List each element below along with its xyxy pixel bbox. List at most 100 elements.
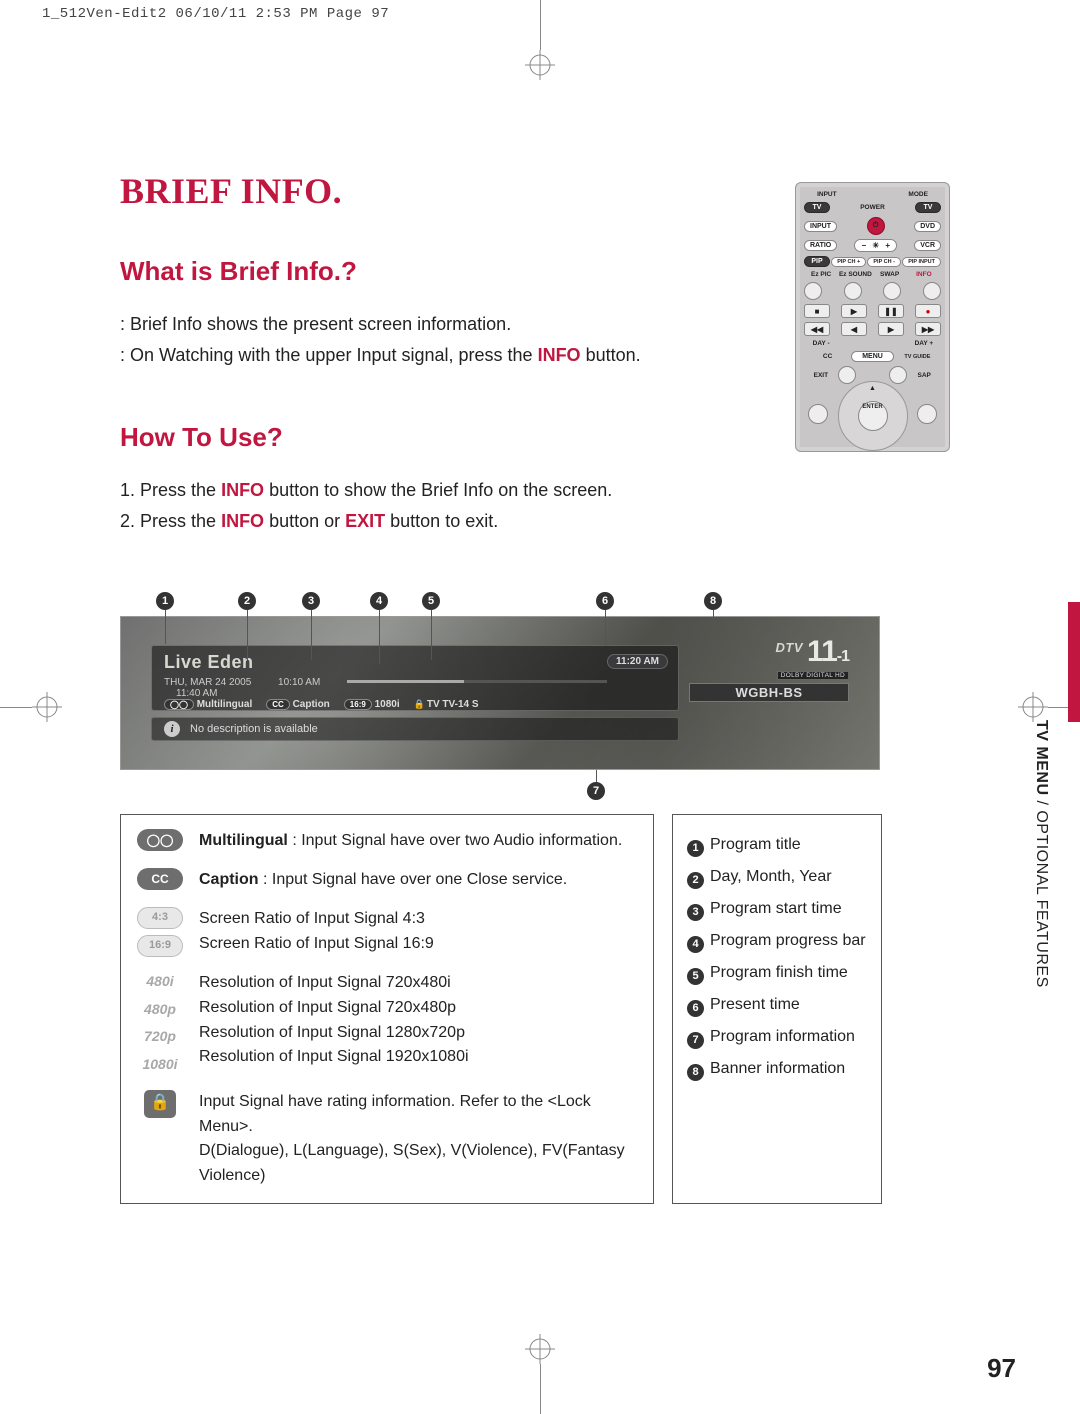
remote-nav-pad: ▲ ENTER — [804, 388, 941, 440]
ratio-43-icon: 4:3 — [137, 907, 183, 929]
multilingual-desc: : Input Signal have over two Audio infor… — [288, 832, 622, 849]
caption-title: Caption — [199, 871, 259, 888]
remote-next-button: ▶ — [878, 322, 904, 336]
section-side-label: TV MENU / OPTIONAL FEATURES — [1032, 720, 1050, 988]
osd-present-time: 11:20 AM — [607, 654, 668, 669]
registration-mark-bottom — [525, 1334, 555, 1364]
callout-1: 1 — [156, 592, 174, 610]
ratio-169-icon: 16:9 — [137, 935, 183, 957]
remote-prev-button: ◀ — [841, 322, 867, 336]
legend-num-6: 6 — [687, 1000, 704, 1017]
remote-ratio-button: RATIO — [804, 240, 837, 251]
legend-text-3: Program start time — [710, 893, 842, 925]
legend-num-3: 3 — [687, 904, 704, 921]
step-1: 1. Press the INFO button to show the Bri… — [120, 475, 660, 506]
remote-menu-button: MENU — [851, 351, 894, 362]
registration-mark-top — [525, 50, 555, 80]
res-480i-icon: 480i — [137, 971, 183, 993]
callout-legend-table: 1Program title 2Day, Month, Year 3Progra… — [672, 814, 882, 1204]
remote-swap-label: SWAP — [873, 271, 907, 278]
remote-vol-rocker: −☀+ — [854, 239, 897, 252]
res-1080i-icon: 1080i — [137, 1054, 183, 1076]
res-480p-icon: 480p — [137, 999, 183, 1021]
lock-desc-line1: Input Signal have rating information. Re… — [199, 1090, 639, 1140]
remote-fwd-button: ▶▶ — [915, 322, 941, 336]
remote-control-illustration: INPUTMODE TV POWER TV INPUT ⏻ DVD RATIO … — [795, 182, 950, 452]
remote-rew-button: ◀◀ — [804, 322, 830, 336]
remote-label-input: INPUT — [804, 191, 850, 198]
osd-channel-main: 11 — [807, 635, 837, 668]
registration-mark-left — [32, 692, 62, 722]
remote-tv-mode-button: TV — [915, 202, 941, 213]
callout-2: 2 — [238, 592, 256, 610]
ratio-169-desc: Screen Ratio of Input Signal 16:9 — [199, 932, 639, 957]
res-480p-desc: Resolution of Input Signal 720x480p — [199, 996, 639, 1021]
remote-dayplus-label: DAY + — [907, 340, 941, 347]
what-is-line2: : On Watching with the upper Input signa… — [120, 340, 660, 371]
remote-pipchminus-button: PIP CH - — [867, 257, 901, 267]
callout-3: 3 — [302, 592, 320, 610]
osd-multilingual-label: Multilingual — [197, 699, 253, 710]
section-what-is-body: : Brief Info shows the present screen in… — [120, 309, 660, 370]
remote-label-mode: MODE — [895, 191, 941, 198]
osd-end-time: 11:40 AM — [176, 688, 218, 699]
remote-play-button: ▶ — [841, 304, 867, 318]
remote-cc-label: CC — [804, 353, 851, 360]
callout-7: 7 — [587, 782, 605, 800]
remote-info-button — [923, 282, 941, 300]
res-720p-desc: Resolution of Input Signal 1280x720p — [199, 1021, 639, 1046]
page-number: 97 — [987, 1353, 1016, 1384]
res-480i-desc: Resolution of Input Signal 720x480i — [199, 971, 639, 996]
crop-mark-left-line — [0, 707, 32, 708]
section-side-label-bold: TV MENU — [1033, 720, 1050, 800]
what-is-line1: : Brief Info shows the present screen in… — [120, 309, 660, 340]
remote-swap-button — [883, 282, 901, 300]
legend-text-2: Day, Month, Year — [710, 861, 832, 893]
remote-pause-button: ❚❚ — [878, 304, 904, 318]
remote-power-button: ⏻ — [867, 217, 885, 235]
crop-mark-top-line — [540, 0, 541, 50]
remote-pipchplus-button: PIP CH + — [831, 257, 866, 267]
osd-start-time: 10:10 AM — [278, 677, 320, 688]
remote-dvd-button: DVD — [914, 221, 941, 232]
remote-ezpic-label: Ez PIC — [804, 271, 838, 278]
remote-ezsound-label: Ez SOUND — [838, 271, 872, 278]
remote-dayminus-label: DAY - — [804, 340, 838, 347]
legend-text-4: Program progress bar — [710, 925, 866, 957]
print-header: 1_512Ven-Edit2 06/10/11 2:53 PM Page 97 — [42, 6, 389, 22]
remote-pipinput-button: PIP INPUT — [902, 257, 941, 267]
osd-rating-label: TV TV-14 S — [414, 699, 479, 710]
callout-7-wrapper: 7 — [120, 770, 940, 798]
lock-icon: 🔒 — [144, 1090, 176, 1118]
remote-tvguide-label: TV GUIDE — [894, 354, 941, 360]
osd-banner: Live Eden 11:20 AM THU, MAR 24 2005 10:1… — [151, 645, 679, 711]
page-content: INPUTMODE TV POWER TV INPUT ⏻ DVD RATIO … — [120, 170, 940, 1204]
remote-tv-button: TV — [804, 202, 830, 213]
info-icon: i — [164, 721, 180, 737]
icon-legend-table: ◯◯ Multilingual : Input Signal have over… — [120, 814, 654, 1204]
step-2: 2. Press the INFO button or EXIT button … — [120, 506, 660, 537]
legend-text-7: Program information — [710, 1021, 855, 1053]
legend-text-1: Program title — [710, 829, 801, 861]
remote-ezpic-button — [804, 282, 822, 300]
remote-input-button: INPUT — [804, 221, 837, 232]
remote-sap-label: SAP — [907, 372, 941, 379]
osd-multilingual-icon: ◯◯ — [164, 699, 194, 710]
legend-num-5: 5 — [687, 968, 704, 985]
remote-tvguide-button — [889, 366, 907, 384]
osd-screenshot-wrapper: 1 2 3 4 5 6 8 Live Eden 11:20 AM THU, MA… — [120, 598, 880, 770]
remote-ezsound-button — [844, 282, 862, 300]
legend-num-7: 7 — [687, 1032, 704, 1049]
legend-num-4: 4 — [687, 936, 704, 953]
osd-date: THU, MAR 24 2005 — [164, 677, 251, 688]
legend-text-6: Present time — [710, 989, 800, 1021]
multilingual-icon: ◯◯ — [137, 829, 183, 851]
remote-enter-button: ENTER — [858, 401, 888, 431]
callout-6: 6 — [596, 592, 614, 610]
remote-sap-button — [917, 404, 937, 424]
res-720p-icon: 720p — [137, 1026, 183, 1048]
callout-8: 8 — [704, 592, 722, 610]
section-how-to-body: 1. Press the INFO button to show the Bri… — [120, 475, 660, 536]
osd-program-title: Live Eden — [164, 652, 666, 673]
callout-4: 4 — [370, 592, 388, 610]
